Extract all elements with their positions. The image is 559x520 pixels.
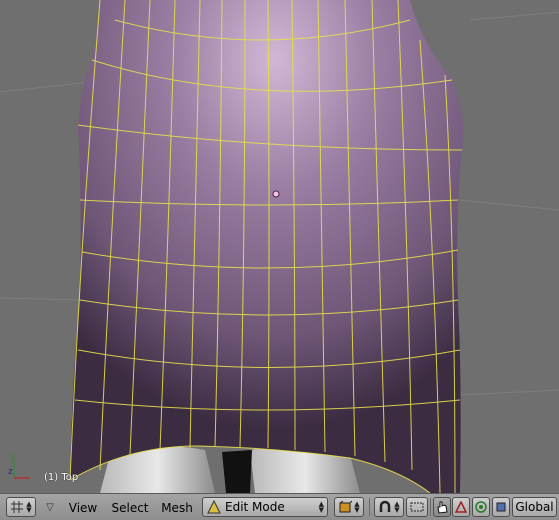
updown-arrows-icon: ▲ ▼ <box>26 500 32 514</box>
view-label: (1) Top <box>44 472 79 483</box>
3d-viewport[interactable]: y z (1) Top <box>0 0 559 493</box>
draw-type-button[interactable]: ▲ ▼ <box>334 497 364 517</box>
viewport-header-toolbar: ▲ ▼ ▽ View Select Mesh Edit Mode ▲ ▼ ▲ ▼ ▲ ▼ <box>0 493 559 520</box>
collapse-menu-triangle-icon[interactable]: ▽ <box>42 497 58 517</box>
updown-arrows-icon: ▲ ▼ <box>394 500 400 514</box>
svg-text:y: y <box>10 451 16 461</box>
magnet-icon <box>380 500 391 512</box>
object-origin <box>272 190 280 198</box>
mode-selector[interactable]: Edit Mode ▲ ▼ <box>202 497 328 517</box>
edge-select-button[interactable] <box>452 497 470 517</box>
menu-select[interactable]: Select <box>108 500 152 516</box>
updown-arrows-icon: ▲ ▼ <box>354 500 360 514</box>
dashed-box-icon <box>410 502 424 512</box>
svg-text:z: z <box>8 467 13 477</box>
leg-gap <box>222 450 252 493</box>
menu-view[interactable]: View <box>64 500 102 516</box>
grid-icon <box>11 501 24 513</box>
mode-label: Edit Mode <box>225 500 285 514</box>
edit-mode-icon <box>207 500 221 514</box>
updown-arrows-icon: ▲ ▼ <box>318 500 324 514</box>
mesh-scene: y z <box>0 0 559 493</box>
axis-gizmo: y z <box>8 451 30 479</box>
editor-type-button[interactable]: ▲ ▼ <box>6 497 36 517</box>
cube-icon <box>339 500 353 513</box>
hand-icon <box>437 501 448 514</box>
orientation-selector[interactable]: Global <box>512 497 557 517</box>
square-icon <box>496 502 506 512</box>
manipulator-button[interactable] <box>406 497 428 517</box>
triangle-icon <box>455 501 467 513</box>
occlude-button[interactable] <box>492 497 510 517</box>
circle-target-icon <box>475 501 487 513</box>
skirt-mesh[interactable] <box>70 0 464 493</box>
menu-mesh[interactable]: Mesh <box>158 500 196 516</box>
face-select-button[interactable] <box>472 497 490 517</box>
vertex-select-button[interactable] <box>433 497 451 517</box>
pivot-button[interactable]: ▲ ▼ <box>374 497 404 517</box>
